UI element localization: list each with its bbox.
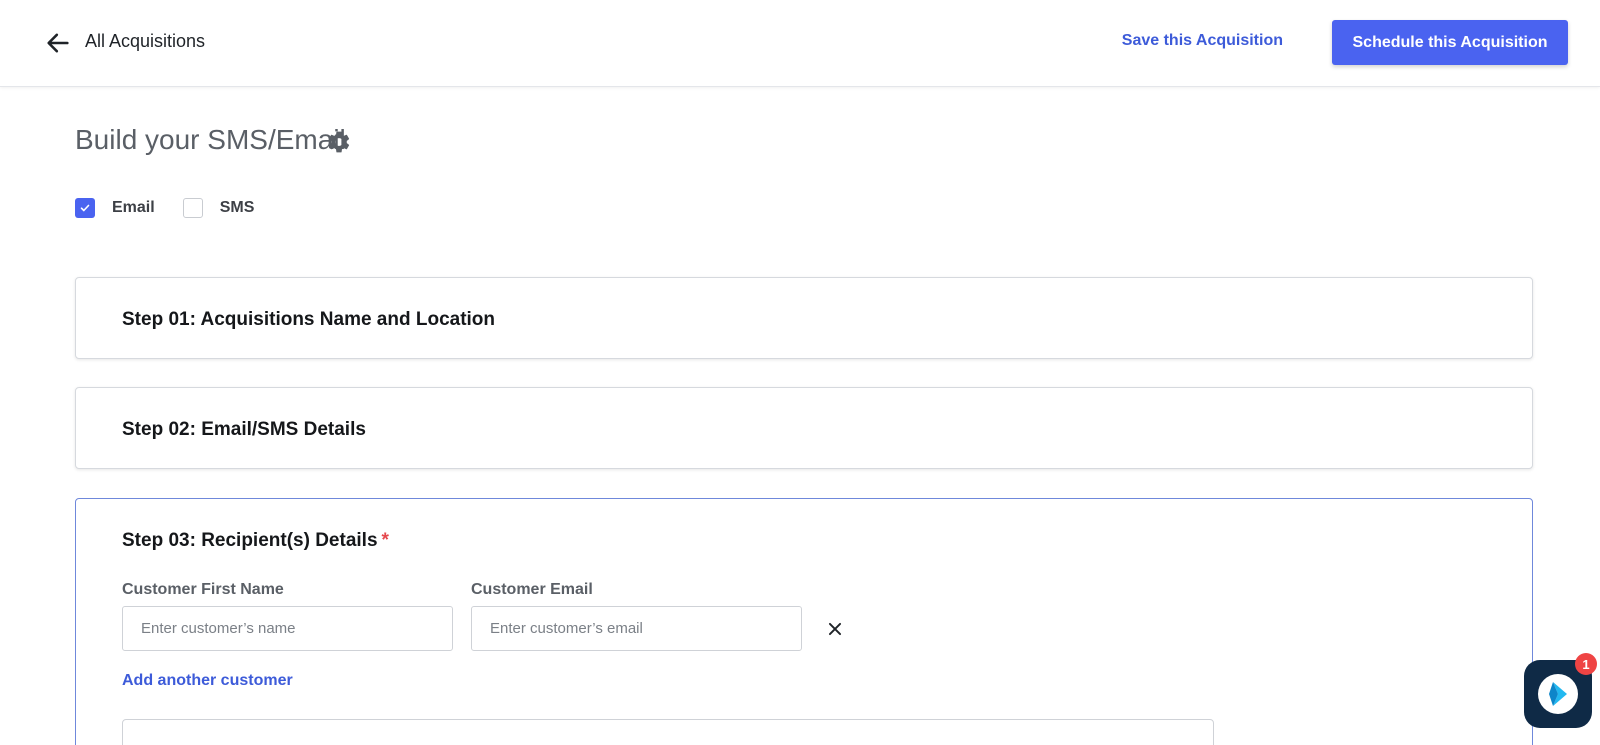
first-name-label: Customer First Name (122, 581, 284, 598)
gear-icon[interactable] (326, 129, 352, 155)
step-01-card[interactable]: Step 01: Acquisitions Name and Location (75, 277, 1533, 359)
back-link-label[interactable]: All Acquisitions (85, 31, 205, 52)
step-01-title: Step 01: Acquisitions Name and Location (122, 309, 496, 330)
save-acquisition-link[interactable]: Save this Acquisition (1122, 32, 1283, 50)
step-03-card: Step 03: Recipient(s) Details * Customer … (75, 498, 1533, 745)
email-checkbox[interactable] (75, 198, 95, 218)
email-checkbox-label[interactable]: Email (112, 199, 155, 217)
channel-options: Email SMS (75, 198, 254, 218)
first-name-input[interactable] (122, 606, 453, 651)
chat-logo-icon (1538, 674, 1578, 714)
chat-notification-badge: 1 (1575, 653, 1597, 675)
remove-recipient-icon[interactable] (826, 620, 844, 638)
step-02-title: Step 02: Email/SMS Details (122, 419, 366, 440)
schedule-acquisition-button[interactable]: Schedule this Acquisition (1332, 20, 1568, 65)
add-another-customer-link[interactable]: Add another customer (122, 672, 293, 690)
step-03-title-text: Step 03: Recipient(s) Details (122, 530, 378, 551)
back-arrow-icon[interactable] (44, 29, 72, 57)
message-field[interactable] (122, 719, 1214, 745)
checkmark-icon (80, 204, 90, 212)
page-title: Build your SMS/Email (75, 124, 346, 155)
required-asterisk: * (381, 530, 389, 551)
email-input[interactable] (471, 606, 802, 651)
step-03-title: Step 03: Recipient(s) Details * (122, 530, 389, 552)
step-02-card[interactable]: Step 02: Email/SMS Details (75, 387, 1533, 469)
top-bar: All Acquisitions Save this Acquisition S… (0, 0, 1600, 87)
email-label: Customer Email (471, 581, 593, 598)
sms-checkbox-label[interactable]: SMS (220, 199, 255, 217)
sms-checkbox[interactable] (182, 198, 203, 218)
